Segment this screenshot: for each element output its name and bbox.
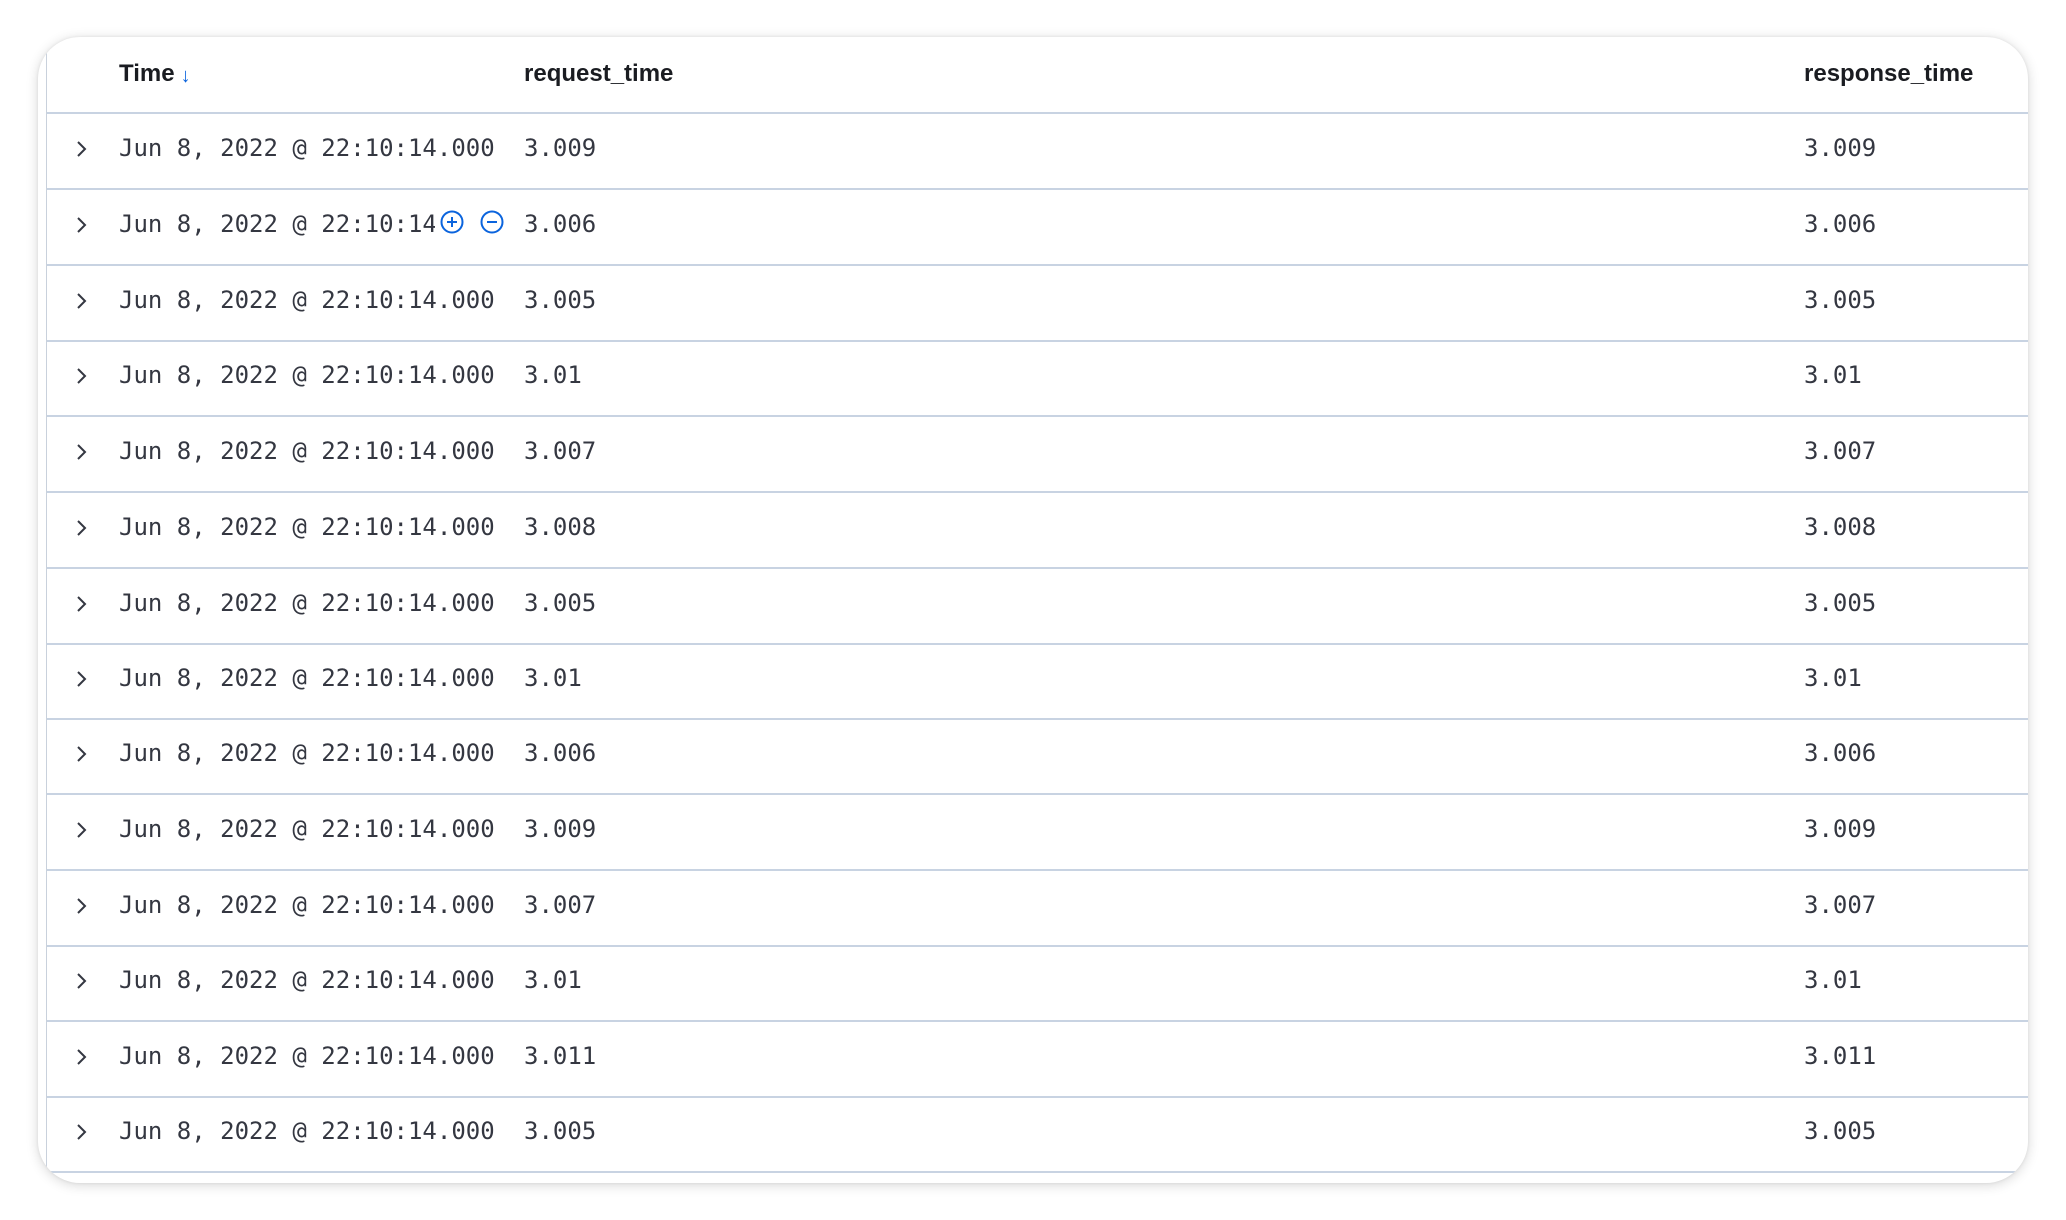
chevron-right-icon[interactable] (67, 891, 97, 921)
cell-time: Jun 8, 2022 @ 22:10:14.000 (119, 664, 495, 692)
column-header-time[interactable]: Time ↓ (119, 60, 191, 88)
cell-time: Jun 8, 2022 @ 22:10:14.000 (119, 286, 495, 314)
cell-time: Jun 8, 2022 @ 22:10:14.000 (119, 437, 495, 465)
cell-time-value: Jun 8, 2022 @ 22:10:14.000 (119, 891, 495, 919)
cell-time: Jun 8, 2022 @ 22:10:14.000 (119, 134, 495, 162)
cell-time: Jun 8, 2022 @ 22:10:14.000 (119, 815, 495, 843)
chevron-right-icon[interactable] (67, 739, 97, 769)
cell-request-time: 3.008 (524, 513, 597, 541)
chevron-right-icon[interactable] (67, 815, 97, 845)
cell-response-time: 3.006 (1804, 739, 1877, 767)
table-row[interactable]: Jun 8, 2022 @ 22:10:14.000 3.01 3.01 (47, 946, 2028, 1022)
cell-time: Jun 8, 2022 @ 22:10:14.000 (119, 891, 495, 919)
cell-response-time: 3.006 (1804, 210, 1877, 238)
minus-circle-icon[interactable] (479, 209, 505, 235)
cell-request-time: 3.005 (524, 1117, 597, 1145)
cell-time: Jun 8, 2022 @ 22:10:14.000 (119, 210, 435, 238)
cell-time-value: Jun 8, 2022 @ 22:10:14.000 (119, 1117, 495, 1145)
cell-request-time: 3.007 (524, 437, 597, 465)
table-row[interactable]: Jun 8, 2022 @ 22:10:14.000 3.011 3.011 (47, 1022, 2028, 1098)
cell-time: Jun 8, 2022 @ 22:10:14.000 (119, 739, 495, 767)
cell-time: Jun 8, 2022 @ 22:10:14.000 (119, 361, 495, 389)
table-row[interactable]: Jun 8, 2022 @ 22:10:14.000 3.008 3.008 (47, 493, 2028, 569)
table-row[interactable]: Jun 8, 2022 @ 22:10:14.000 3.005 3.005 (47, 569, 2028, 645)
cell-time-value: Jun 8, 2022 @ 22:10:14.000 (119, 739, 495, 767)
cell-request-time: 3.01 (524, 664, 582, 692)
cell-response-time: 3.005 (1804, 1117, 1877, 1145)
table-row[interactable]: Jun 8, 2022 @ 22:10:14.000 3.007 3.007 (47, 417, 2028, 493)
cell-response-time: 3.005 (1804, 286, 1877, 314)
cell-time-value: Jun 8, 2022 @ 22:10:14.000 (119, 513, 495, 541)
chevron-right-icon[interactable] (67, 437, 97, 467)
cell-time-value: Jun 8, 2022 @ 22:10:14.000 (119, 361, 495, 389)
cell-time: Jun 8, 2022 @ 22:10:14.000 (119, 1042, 495, 1070)
cell-request-time: 3.006 (524, 739, 597, 767)
cell-request-time: 3.007 (524, 891, 597, 919)
cell-time-value: Jun 8, 2022 @ 22:10:14.000 (119, 589, 495, 617)
arrow-down-icon[interactable]: ↓ (181, 65, 191, 88)
document-table-panel: Time ↓ request_time response_time Jun 8, … (38, 37, 2028, 1183)
table-row[interactable]: Jun 8, 2022 @ 22:10:14.000 3.01 3.01 (47, 644, 2028, 720)
cell-response-time: 3.01 (1804, 361, 1862, 389)
cell-time: Jun 8, 2022 @ 22:10:14.000 (119, 1117, 495, 1145)
table-row[interactable]: Jun 8, 2022 @ 22:10:14.000 3.01 3.01 (47, 341, 2028, 417)
column-header-time-label: Time (119, 60, 175, 87)
cell-request-time: 3.005 (524, 286, 597, 314)
cell-response-time: 3.009 (1804, 134, 1877, 162)
cell-response-time: 3.008 (1804, 513, 1877, 541)
chevron-right-icon[interactable] (67, 589, 97, 619)
cell-request-time: 3.01 (524, 966, 582, 994)
cell-response-time: 3.009 (1804, 815, 1877, 843)
cell-response-time: 3.005 (1804, 589, 1877, 617)
cell-time-value: Jun 8, 2022 @ 22:10:14.000 (119, 210, 435, 238)
table-row[interactable]: Jun 8, 2022 @ 22:10:14.000 3.005 3.005 (47, 266, 2028, 342)
cell-time-value: Jun 8, 2022 @ 22:10:14.000 (119, 966, 495, 994)
chevron-right-icon[interactable] (67, 966, 97, 996)
table-header: Time ↓ request_time response_time (47, 41, 2028, 114)
chevron-right-icon[interactable] (67, 513, 97, 543)
cell-time-value: Jun 8, 2022 @ 22:10:14.000 (119, 437, 495, 465)
cell-time-value: Jun 8, 2022 @ 22:10:14.000 (119, 134, 495, 162)
chevron-right-icon[interactable] (67, 134, 97, 164)
cell-response-time: 3.011 (1804, 1042, 1877, 1070)
cell-time-value: Jun 8, 2022 @ 22:10:14.000 (119, 1042, 495, 1070)
chevron-right-icon[interactable] (67, 361, 97, 391)
plus-circle-icon[interactable] (439, 209, 465, 235)
table-row[interactable]: Jun 8, 2022 @ 22:10:14.000 3.007 3.007 (47, 871, 2028, 947)
chevron-right-icon[interactable] (67, 286, 97, 316)
column-header-response-time[interactable]: response_time (1804, 60, 1973, 88)
cell-time: Jun 8, 2022 @ 22:10:14.000 (119, 589, 495, 617)
table-row[interactable]: Jun 8, 2022 @ 22:10:14.000 3.009 3.009 (47, 795, 2028, 871)
column-header-request-time[interactable]: request_time (524, 60, 673, 88)
cell-request-time: 3.009 (524, 815, 597, 843)
cell-time-value: Jun 8, 2022 @ 22:10:14.000 (119, 286, 495, 314)
table-row[interactable]: Jun 8, 2022 @ 22:10:14.000 3.006 3.006 (47, 190, 2028, 266)
cell-response-time: 3.007 (1804, 891, 1877, 919)
chevron-right-icon[interactable] (67, 664, 97, 694)
cell-request-time: 3.005 (524, 589, 597, 617)
cell-response-time: 3.007 (1804, 437, 1877, 465)
cell-request-time: 3.011 (524, 1042, 597, 1070)
cell-time: Jun 8, 2022 @ 22:10:14.000 (119, 513, 495, 541)
cell-request-time: 3.006 (524, 210, 597, 238)
cell-request-time: 3.01 (524, 361, 582, 389)
table-row[interactable]: Jun 8, 2022 @ 22:10:14.000 3.009 3.009 (47, 114, 2028, 190)
chevron-right-icon[interactable] (67, 1042, 97, 1072)
cell-filter-actions (439, 209, 505, 235)
document-table: Time ↓ request_time response_time Jun 8, … (46, 41, 2028, 1183)
cell-time: Jun 8, 2022 @ 22:10:14.000 (119, 966, 495, 994)
table-row[interactable]: Jun 8, 2022 @ 22:10:14.000 3.005 3.005 (47, 1097, 2028, 1173)
table-row[interactable]: Jun 8, 2022 @ 22:10:14.000 3.006 3.006 (47, 719, 2028, 795)
cell-request-time: 3.009 (524, 134, 597, 162)
cell-response-time: 3.01 (1804, 664, 1862, 692)
chevron-right-icon[interactable] (67, 210, 97, 240)
chevron-right-icon[interactable] (67, 1117, 97, 1147)
cell-time-value: Jun 8, 2022 @ 22:10:14.000 (119, 815, 495, 843)
cell-time-value: Jun 8, 2022 @ 22:10:14.000 (119, 664, 495, 692)
cell-response-time: 3.01 (1804, 966, 1862, 994)
